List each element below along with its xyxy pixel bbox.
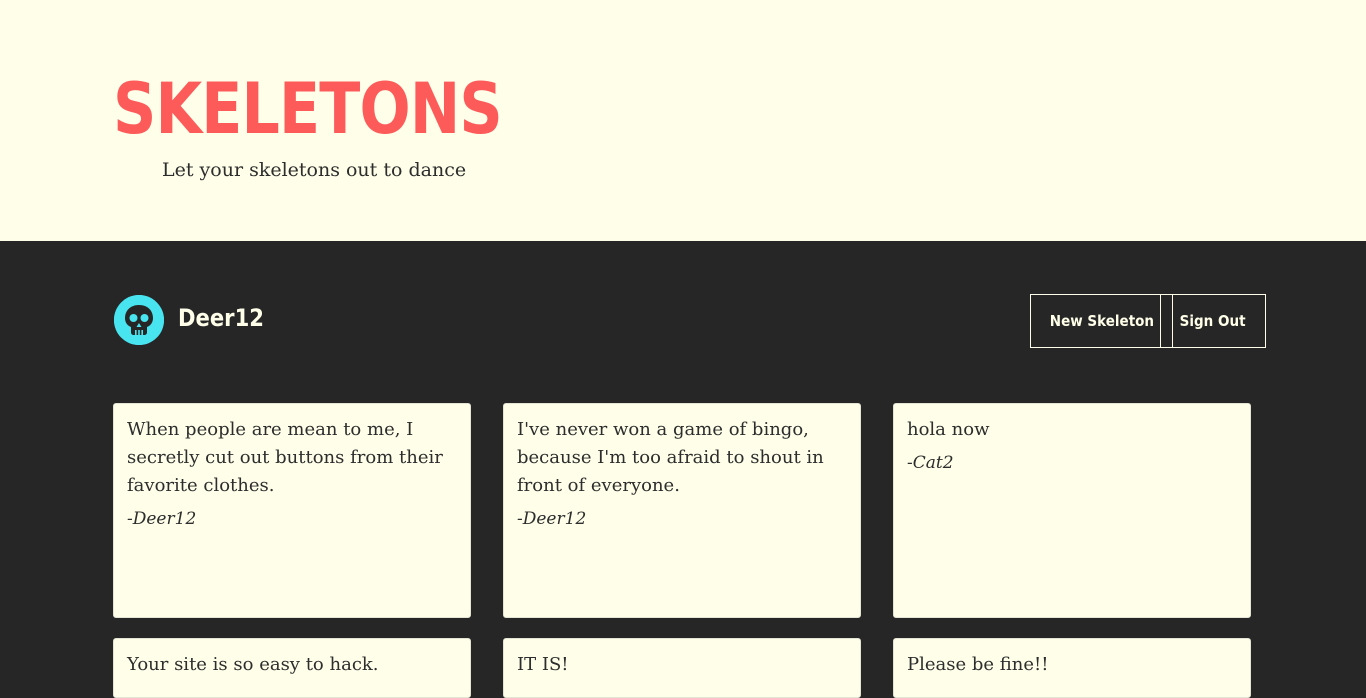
skeleton-text: I've never won a game of bingo, because … bbox=[517, 419, 824, 496]
skeleton-card: When people are mean to me, I secretly c… bbox=[113, 403, 471, 618]
skeleton-text: When people are mean to me, I secretly c… bbox=[127, 419, 443, 496]
skull-icon bbox=[114, 295, 164, 345]
skeleton-card: IT IS! bbox=[503, 638, 861, 698]
site-title: SKELETONS bbox=[113, 68, 503, 150]
skeleton-text: IT IS! bbox=[517, 654, 569, 675]
skeleton-card: hola now -Cat2 bbox=[893, 403, 1251, 618]
site-tagline: Let your skeletons out to dance bbox=[162, 159, 467, 181]
skeleton-card: I've never won a game of bingo, because … bbox=[503, 403, 861, 618]
username: Deer12 bbox=[178, 304, 264, 332]
skeleton-text: Your site is so easy to hack. bbox=[127, 654, 379, 675]
skeleton-text: hola now bbox=[907, 419, 990, 440]
skeleton-author: -Deer12 bbox=[127, 509, 197, 529]
new-skeleton-label: New Skeleton bbox=[1049, 312, 1154, 330]
skeleton-text: Please be fine!! bbox=[907, 654, 1049, 675]
site-header: SKELETONS Let your skeletons out to danc… bbox=[0, 0, 1366, 241]
skeleton-card: Your site is so easy to hack. bbox=[113, 638, 471, 698]
skeleton-card: Please be fine!! bbox=[893, 638, 1251, 698]
skeleton-author: -Cat2 bbox=[907, 453, 954, 473]
sign-out-label: Sign Out bbox=[1180, 312, 1246, 330]
new-skeleton-button[interactable]: New Skeleton bbox=[1030, 294, 1173, 348]
skeleton-author: -Deer12 bbox=[517, 509, 587, 529]
main-content: Deer12 New Skeleton Sign Out When people… bbox=[0, 241, 1366, 698]
sign-out-button[interactable]: Sign Out bbox=[1160, 294, 1266, 348]
